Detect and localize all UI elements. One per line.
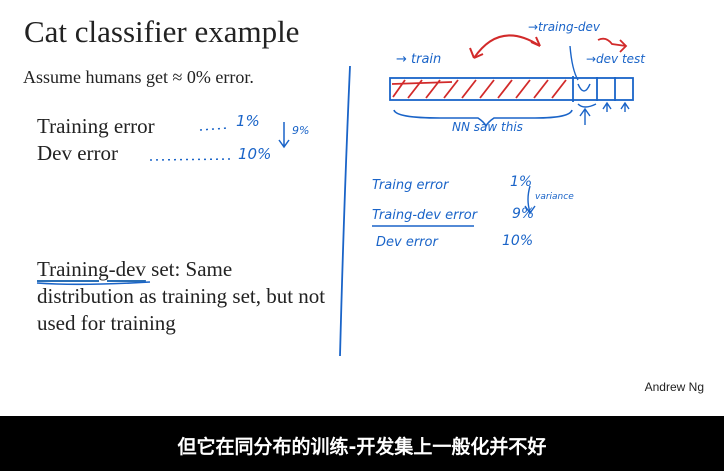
lecture-slide: Cat classifier example Assume humans get… bbox=[0, 0, 724, 416]
table-row-3-label: Dev error bbox=[376, 235, 438, 250]
gap-arrow bbox=[278, 122, 290, 149]
table-row-2-label: Traing-dev error bbox=[372, 208, 478, 223]
dev-error-dots bbox=[149, 158, 233, 161]
training-dev-marker bbox=[577, 83, 591, 92]
red-arc-arrow bbox=[473, 34, 541, 59]
author-credit: Andrew Ng bbox=[644, 380, 704, 394]
subtitle-text: 但它在同分布的训练-开发集上一般化并不好 bbox=[177, 436, 547, 458]
train-hatching bbox=[391, 79, 567, 99]
dev-test-annotation: →dev test bbox=[586, 52, 646, 66]
table-row-1-label: Traing error bbox=[372, 178, 449, 193]
table-row-3-value: 10% bbox=[502, 233, 534, 249]
dev-up-arrow bbox=[602, 101, 612, 112]
training-dev-underline bbox=[36, 281, 151, 286]
training-dev-pointer bbox=[569, 45, 579, 81]
table-row-1-value: 1% bbox=[510, 174, 533, 190]
nn-saw-this-annotation: NN saw this bbox=[452, 120, 523, 134]
training-error-dots bbox=[199, 127, 229, 131]
table-row-2-value: 9% bbox=[512, 206, 535, 222]
variance-annotation: variance bbox=[535, 192, 574, 202]
small-bracket bbox=[577, 103, 597, 108]
test-up-arrow bbox=[620, 101, 630, 112]
red-squiggle bbox=[597, 37, 628, 53]
train-dev-up-arrow bbox=[579, 107, 591, 125]
training-dev-annotation: →traing-dev bbox=[528, 20, 601, 34]
train-annotation: → train bbox=[396, 52, 442, 67]
divider-line bbox=[339, 65, 351, 357]
